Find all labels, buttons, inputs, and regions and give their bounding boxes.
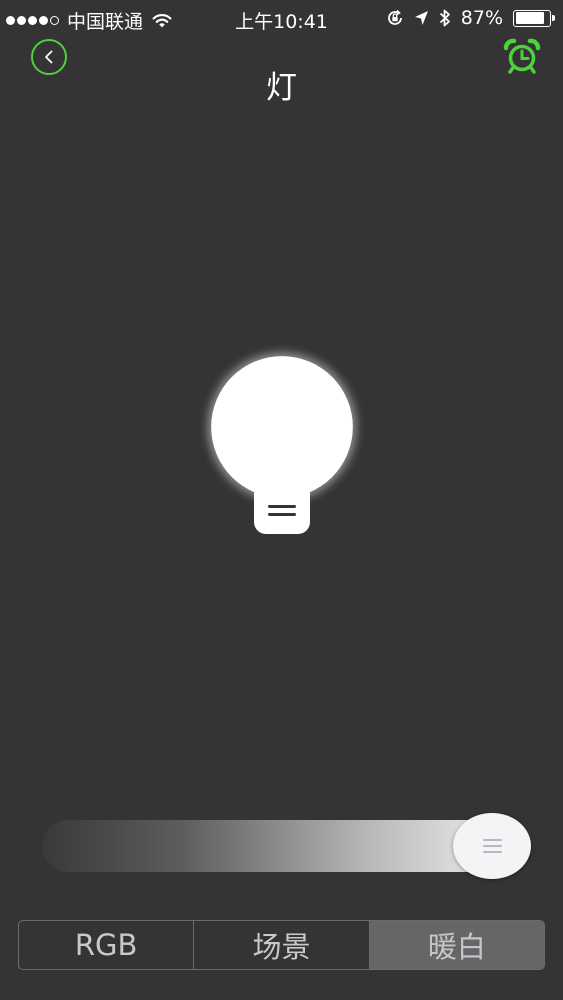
page-title: 灯 [266, 70, 297, 106]
bulb-base [254, 490, 310, 534]
status-bar: 中国联通 上午10:41 87% [0, 0, 563, 40]
rotation-lock-icon [387, 9, 402, 25]
status-right: 87% [386, 7, 555, 29]
mode-segmented-control: RGB 场景 暖白 [18, 920, 545, 970]
battery-percent: 87% [460, 7, 503, 29]
brightness-slider[interactable] [42, 813, 531, 879]
segment-warm-white[interactable]: 暖白 [369, 921, 544, 969]
battery-fill [515, 12, 545, 24]
location-arrow-icon [414, 11, 428, 25]
light-bulb-icon[interactable] [205, 350, 359, 540]
grip-icon [453, 813, 531, 879]
slider-track[interactable] [42, 820, 512, 872]
slider-thumb[interactable] [452, 813, 532, 879]
bluetooth-icon [439, 9, 450, 27]
segment-scene[interactable]: 场景 [194, 921, 370, 969]
segment-rgb[interactable]: RGB [19, 921, 195, 969]
alarm-clock-icon [503, 38, 541, 74]
alarm-button[interactable] [503, 38, 541, 76]
battery-icon [513, 9, 555, 27]
bulb-glass [211, 356, 353, 498]
